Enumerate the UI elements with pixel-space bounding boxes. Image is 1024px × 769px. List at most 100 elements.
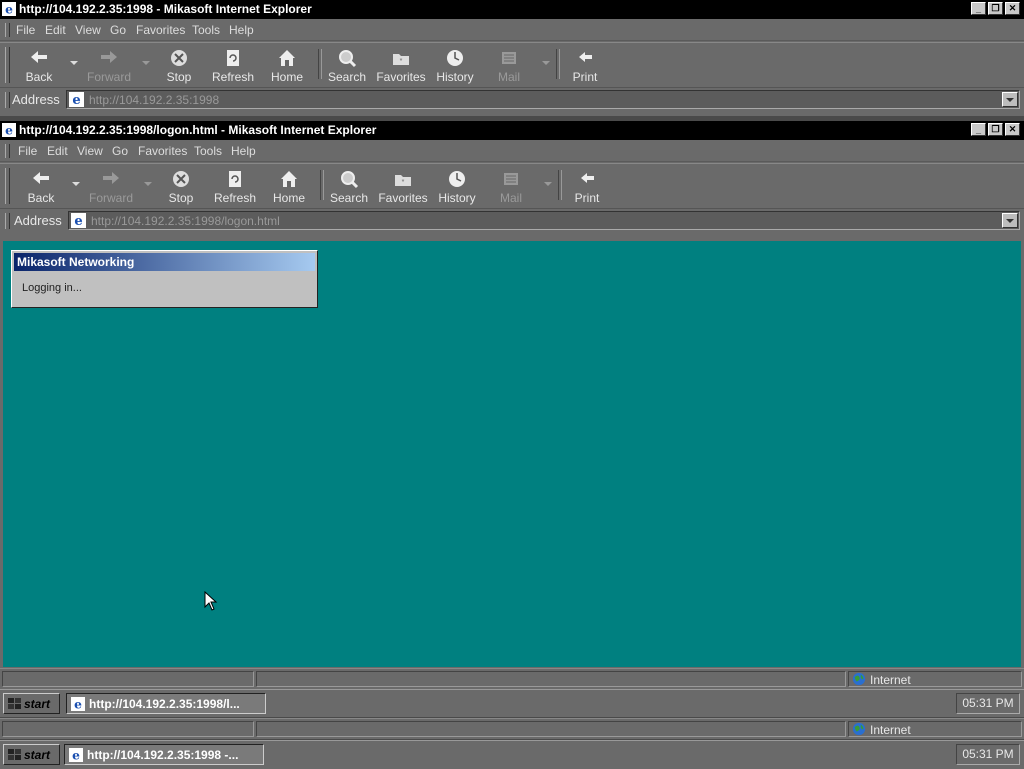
history-icon [447,50,463,66]
dialog-titlebar[interactable]: Mikasoft Networking [14,253,315,271]
favorites-button[interactable]: * Favorites [375,45,427,85]
svg-text:*: * [402,179,405,186]
menu-help[interactable]: Help [229,23,254,37]
mail-button[interactable]: Mail [483,45,535,85]
security-zone-label: Internet [870,673,911,687]
minimize-button[interactable]: _ [971,2,986,15]
refresh-icon [229,171,241,187]
menu-favorites[interactable]: Favorites [136,23,185,37]
close-button[interactable]: ✕ [1005,123,1020,136]
ie-logo-icon [69,748,83,762]
menu-file[interactable]: File [16,23,35,37]
taskbar-item-logon-window[interactable]: http://104.192.2.35:1998/l... [66,693,266,714]
address-dropdown-button[interactable] [1002,213,1018,228]
search-icon [339,50,357,68]
windows-logo-icon [8,698,21,709]
menu-go[interactable]: Go [112,144,128,158]
minimize-button[interactable]: _ [971,123,986,136]
print-button[interactable]: Print [559,45,611,85]
back-button[interactable]: Back [13,45,65,85]
address-input[interactable]: http://104.192.2.35:1998 [66,90,1020,109]
refresh-button[interactable]: Refresh [207,45,259,85]
home-icon [281,171,297,187]
networking-dialog: Mikasoft Networking Logging in... [11,250,318,308]
start-button[interactable]: start [3,744,60,765]
close-button[interactable]: ✕ [1005,2,1020,15]
menu-view[interactable]: View [77,144,103,158]
history-icon [449,171,465,187]
back-arrow-icon [31,51,47,63]
home-icon [279,50,295,66]
restore-button[interactable]: ❐ [988,123,1003,136]
menu-edit[interactable]: Edit [45,23,66,37]
favorites-folder-icon: * [395,175,411,186]
front-window-title: http://104.192.2.35:1998/logon.html - Mi… [19,123,377,137]
stop-icon [171,50,187,66]
history-button[interactable]: History [431,166,483,206]
home-button[interactable]: Home [261,45,313,85]
stop-button[interactable]: Stop [153,45,205,85]
dialog-message: Logging in... [22,282,82,294]
forward-arrow-icon [103,172,119,184]
ie-logo-icon [2,2,16,16]
mail-icon [504,173,518,185]
menu-view[interactable]: View [75,23,101,37]
address-url: http://104.192.2.35:1998/logon.html [91,214,280,228]
back-window-titlebar[interactable]: http://104.192.2.35:1998 - Mikasoft Inte… [0,0,1024,19]
start-button[interactable]: start [3,693,60,714]
page-icon [69,92,84,107]
back-button[interactable]: Back [15,166,67,206]
favorites-button[interactable]: * Favorites [377,166,429,206]
favorites-folder-icon: * [393,54,409,65]
restore-button[interactable]: ❐ [988,2,1003,15]
history-button[interactable]: History [429,45,481,85]
ie-logo-icon [71,697,85,711]
back-browser-window: http://104.192.2.35:1998 - Mikasoft Inte… [0,0,1024,116]
forward-button[interactable]: Forward [85,166,137,206]
menu-tools[interactable]: Tools [194,144,222,158]
internet-globe-icon [852,722,866,736]
search-button[interactable]: Search [323,166,375,206]
ie-logo-icon [2,123,16,137]
search-icon [341,171,359,189]
back-status-bar: Internet [0,718,1024,739]
mail-icon [502,52,516,64]
print-icon [579,52,592,62]
address-input[interactable]: http://104.192.2.35:1998/logon.html [68,211,1020,230]
address-label: Address [12,92,60,107]
mouse-cursor-icon [204,591,218,611]
mail-button[interactable]: Mail [485,166,537,206]
windows-logo-icon [8,749,21,760]
back-toolbar: Back Forward Stop Refresh Home Search * … [0,42,1024,88]
print-button[interactable]: Print [561,166,613,206]
address-label: Address [14,213,62,228]
menu-favorites[interactable]: Favorites [138,144,187,158]
refresh-icon [227,50,239,66]
front-window-titlebar[interactable]: http://104.192.2.35:1998/logon.html - Mi… [0,121,1024,140]
back-address-bar: Address http://104.192.2.35:1998 [0,88,1024,112]
front-status-bar: Internet [0,668,1024,689]
search-button[interactable]: Search [321,45,373,85]
svg-text:*: * [400,58,403,65]
menu-go[interactable]: Go [110,23,126,37]
front-address-bar: Address http://104.192.2.35:1998/logon.h… [0,209,1024,233]
stop-icon [173,171,189,187]
menu-help[interactable]: Help [231,144,256,158]
menu-edit[interactable]: Edit [47,144,68,158]
home-button[interactable]: Home [263,166,315,206]
menu-tools[interactable]: Tools [192,23,220,37]
taskbar-item-main-window[interactable]: http://104.192.2.35:1998 -... [64,744,264,765]
stop-button[interactable]: Stop [155,166,207,206]
print-icon [581,173,594,183]
taskbar-clock: 05:31 PM [956,693,1020,714]
page-icon [71,213,86,228]
menu-file[interactable]: File [18,144,37,158]
refresh-button[interactable]: Refresh [209,166,261,206]
forward-button[interactable]: Forward [83,45,135,85]
back-taskbar: start http://104.192.2.35:1998 -... 05:3… [0,740,1024,769]
dialog-title: Mikasoft Networking [17,255,135,269]
front-menu-bar: File Edit View Go Favorites Tools Help [0,141,1024,162]
address-dropdown-button[interactable] [1002,92,1018,107]
back-menu-bar: File Edit View Go Favorites Tools Help [0,20,1024,41]
front-toolbar: Back Forward Stop Refresh Home Search * … [0,163,1024,209]
